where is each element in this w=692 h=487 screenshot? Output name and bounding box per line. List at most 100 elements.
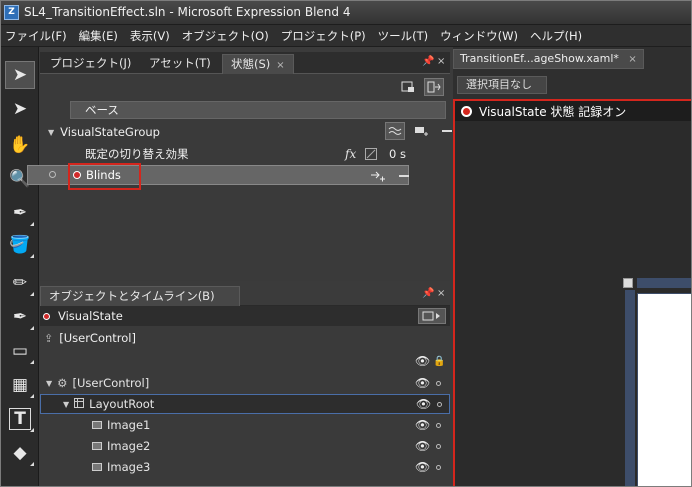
image-icon xyxy=(92,442,102,450)
base-state-row[interactable]: ベース xyxy=(70,101,446,119)
tab-close-icon[interactable]: × xyxy=(276,60,284,71)
assets-icon: ◆ xyxy=(13,443,27,463)
rectangle-tool-button[interactable]: ▭ xyxy=(5,337,35,365)
lock-toggle[interactable] xyxy=(437,401,442,407)
pencil-icon: ✏ xyxy=(12,273,28,293)
chevron-down-icon[interactable]: ▼ xyxy=(46,379,52,388)
title-bar: Z SL4_TransitionEffect.sln - Microsoft E… xyxy=(1,1,691,25)
menu-edit[interactable]: 編集(E) xyxy=(79,28,118,44)
tree-item-label: LayoutRoot xyxy=(89,397,155,411)
lock-toggle[interactable] xyxy=(436,422,441,428)
add-state-icon[interactable] xyxy=(411,122,431,140)
tab-project[interactable]: プロジェクト(J) xyxy=(42,54,139,74)
pencil-tool-button[interactable]: ✏ xyxy=(5,269,35,297)
image-icon xyxy=(92,421,102,429)
grid-tool-button[interactable]: ▦ xyxy=(5,371,35,399)
tree-item-label: [UserControl] xyxy=(72,376,150,390)
add-state-group-icon[interactable] xyxy=(398,78,418,96)
default-transition-row[interactable]: 既定の切り替え効果 fx 0 s xyxy=(40,144,450,164)
grid-icon xyxy=(74,397,85,411)
remove-state-icon[interactable] xyxy=(394,167,414,185)
chevron-down-icon[interactable]: ▼ xyxy=(48,128,54,137)
tree-item-usercontrol[interactable]: ▼ ⚙ [UserControl] 👁 xyxy=(40,373,450,393)
menu-file[interactable]: ファイル(F) xyxy=(5,28,67,44)
eye-icon[interactable]: 👁 xyxy=(415,418,430,432)
grid-icon: ▦ xyxy=(11,375,29,395)
pin-icon[interactable]: 📌 xyxy=(422,288,434,299)
lock-toggle[interactable] xyxy=(436,464,441,470)
eye-icon[interactable]: 👁 xyxy=(416,397,431,411)
tab-document[interactable]: TransitionEf...ageShow.xaml* × xyxy=(453,49,644,69)
tree-item-image2[interactable]: Image2 👁 xyxy=(40,436,450,456)
text-block-icon: T xyxy=(9,408,31,430)
group-toolbar xyxy=(385,122,457,140)
pan-tool-button[interactable]: ✋ xyxy=(5,131,35,159)
panel-close-icon[interactable]: × xyxy=(437,56,445,67)
eye-icon[interactable]: 👁 xyxy=(415,439,430,453)
chevron-down-icon[interactable]: ▼ xyxy=(63,400,69,409)
lock-toggle[interactable] xyxy=(436,443,441,449)
artboard-recording-frame: VisualState 状態 記録オン xyxy=(453,99,691,486)
tab-assets[interactable]: アセット(T) xyxy=(141,54,219,74)
artboard-canvas[interactable] xyxy=(637,293,691,486)
menu-view[interactable]: 表示(V) xyxy=(130,28,170,44)
easing-icon[interactable] xyxy=(385,122,405,140)
pen-nib-icon: ✒ xyxy=(12,307,28,327)
rectangle-icon: ▭ xyxy=(11,341,29,361)
storyboard-options-button[interactable] xyxy=(418,308,446,324)
scope-up-icon[interactable]: ⇪ xyxy=(44,332,53,345)
tree-item-image1[interactable]: Image1 👁 xyxy=(40,415,450,435)
assets-tool-button[interactable]: ◆ xyxy=(5,439,35,467)
row-ruler[interactable] xyxy=(625,290,635,486)
menu-help[interactable]: ヘルプ(H) xyxy=(530,28,582,44)
fx-icon[interactable]: fx xyxy=(345,147,356,161)
scope-row[interactable]: ⇪ [UserControl] xyxy=(40,328,450,348)
tab-close-icon[interactable]: × xyxy=(628,54,636,65)
tab-states[interactable]: 状態(S) × xyxy=(222,54,294,74)
selection-arrow-icon: ➤ xyxy=(12,65,28,85)
state-indicator-icon[interactable] xyxy=(49,171,56,178)
menu-tools[interactable]: ツール(T) xyxy=(378,28,429,44)
menu-object[interactable]: オブジェクト(O) xyxy=(182,28,269,44)
tree-item-image3[interactable]: Image3 👁 xyxy=(40,457,450,477)
visual-state-group-row[interactable]: ▼ VisualStateGroup xyxy=(40,122,452,142)
selection-breadcrumb[interactable]: 選択項目なし xyxy=(457,76,547,94)
tree-item-layoutroot[interactable]: ▼ LayoutRoot 👁 xyxy=(40,394,450,414)
pen-tool-button[interactable]: ✒ xyxy=(5,303,35,331)
pin-icon[interactable]: 📌 xyxy=(422,56,434,67)
layout-grid-icon[interactable] xyxy=(623,278,633,288)
usercontrol-icon: ⚙ xyxy=(57,376,68,390)
transition-duration[interactable]: 0 s xyxy=(389,147,406,161)
visual-state-group-label: VisualStateGroup xyxy=(60,125,160,139)
eye-icon[interactable]: 👁 xyxy=(415,460,430,474)
eye-icon[interactable]: 👁 xyxy=(415,376,430,390)
direct-selection-tool-button[interactable]: ➤ xyxy=(5,95,35,123)
transition-checkbox[interactable] xyxy=(365,148,377,160)
text-tool-button[interactable]: T xyxy=(5,405,35,433)
menu-bar: ファイル(F) 編集(E) 表示(V) オブジェクト(O) プロジェクト(P) … xyxy=(1,25,691,47)
tab-objects-timeline[interactable]: オブジェクトとタイムライン(B) xyxy=(40,286,240,306)
tree-item-label: Image1 xyxy=(107,418,151,432)
record-button-icon[interactable] xyxy=(461,105,472,117)
blend-window: Z SL4_TransitionEffect.sln - Microsoft E… xyxy=(0,0,692,487)
recording-status-text: VisualState 状態 記録オン xyxy=(479,104,627,119)
menu-project[interactable]: プロジェクト(P) xyxy=(281,28,366,44)
document-area: TransitionEf...ageShow.xaml* × 選択項目なし Vi… xyxy=(453,47,691,486)
panel-close-icon[interactable]: × xyxy=(437,288,445,299)
add-transition-icon[interactable] xyxy=(368,167,388,185)
lock-icon[interactable]: 🔒 xyxy=(433,356,445,367)
paint-bucket-tool-button[interactable]: 🪣 xyxy=(5,231,35,259)
selection-tool-button[interactable]: ➤ xyxy=(5,61,35,89)
scope-label: [UserControl] xyxy=(59,331,136,345)
states-toolbar xyxy=(398,78,444,96)
transition-preview-icon[interactable] xyxy=(424,78,444,96)
lock-toggle[interactable] xyxy=(436,380,441,386)
eye-icon[interactable]: 👁 xyxy=(415,354,430,368)
storyboard-bar: VisualState xyxy=(40,306,450,326)
default-transition-label: 既定の切り替え効果 xyxy=(85,147,189,161)
menu-window[interactable]: ウィンドウ(W) xyxy=(440,28,518,44)
eyedropper-tool-button[interactable]: ✒ xyxy=(5,199,35,227)
tab-states-label: 状態(S) xyxy=(231,57,271,71)
column-ruler[interactable] xyxy=(637,278,691,288)
blend-app-icon: Z xyxy=(4,5,19,20)
